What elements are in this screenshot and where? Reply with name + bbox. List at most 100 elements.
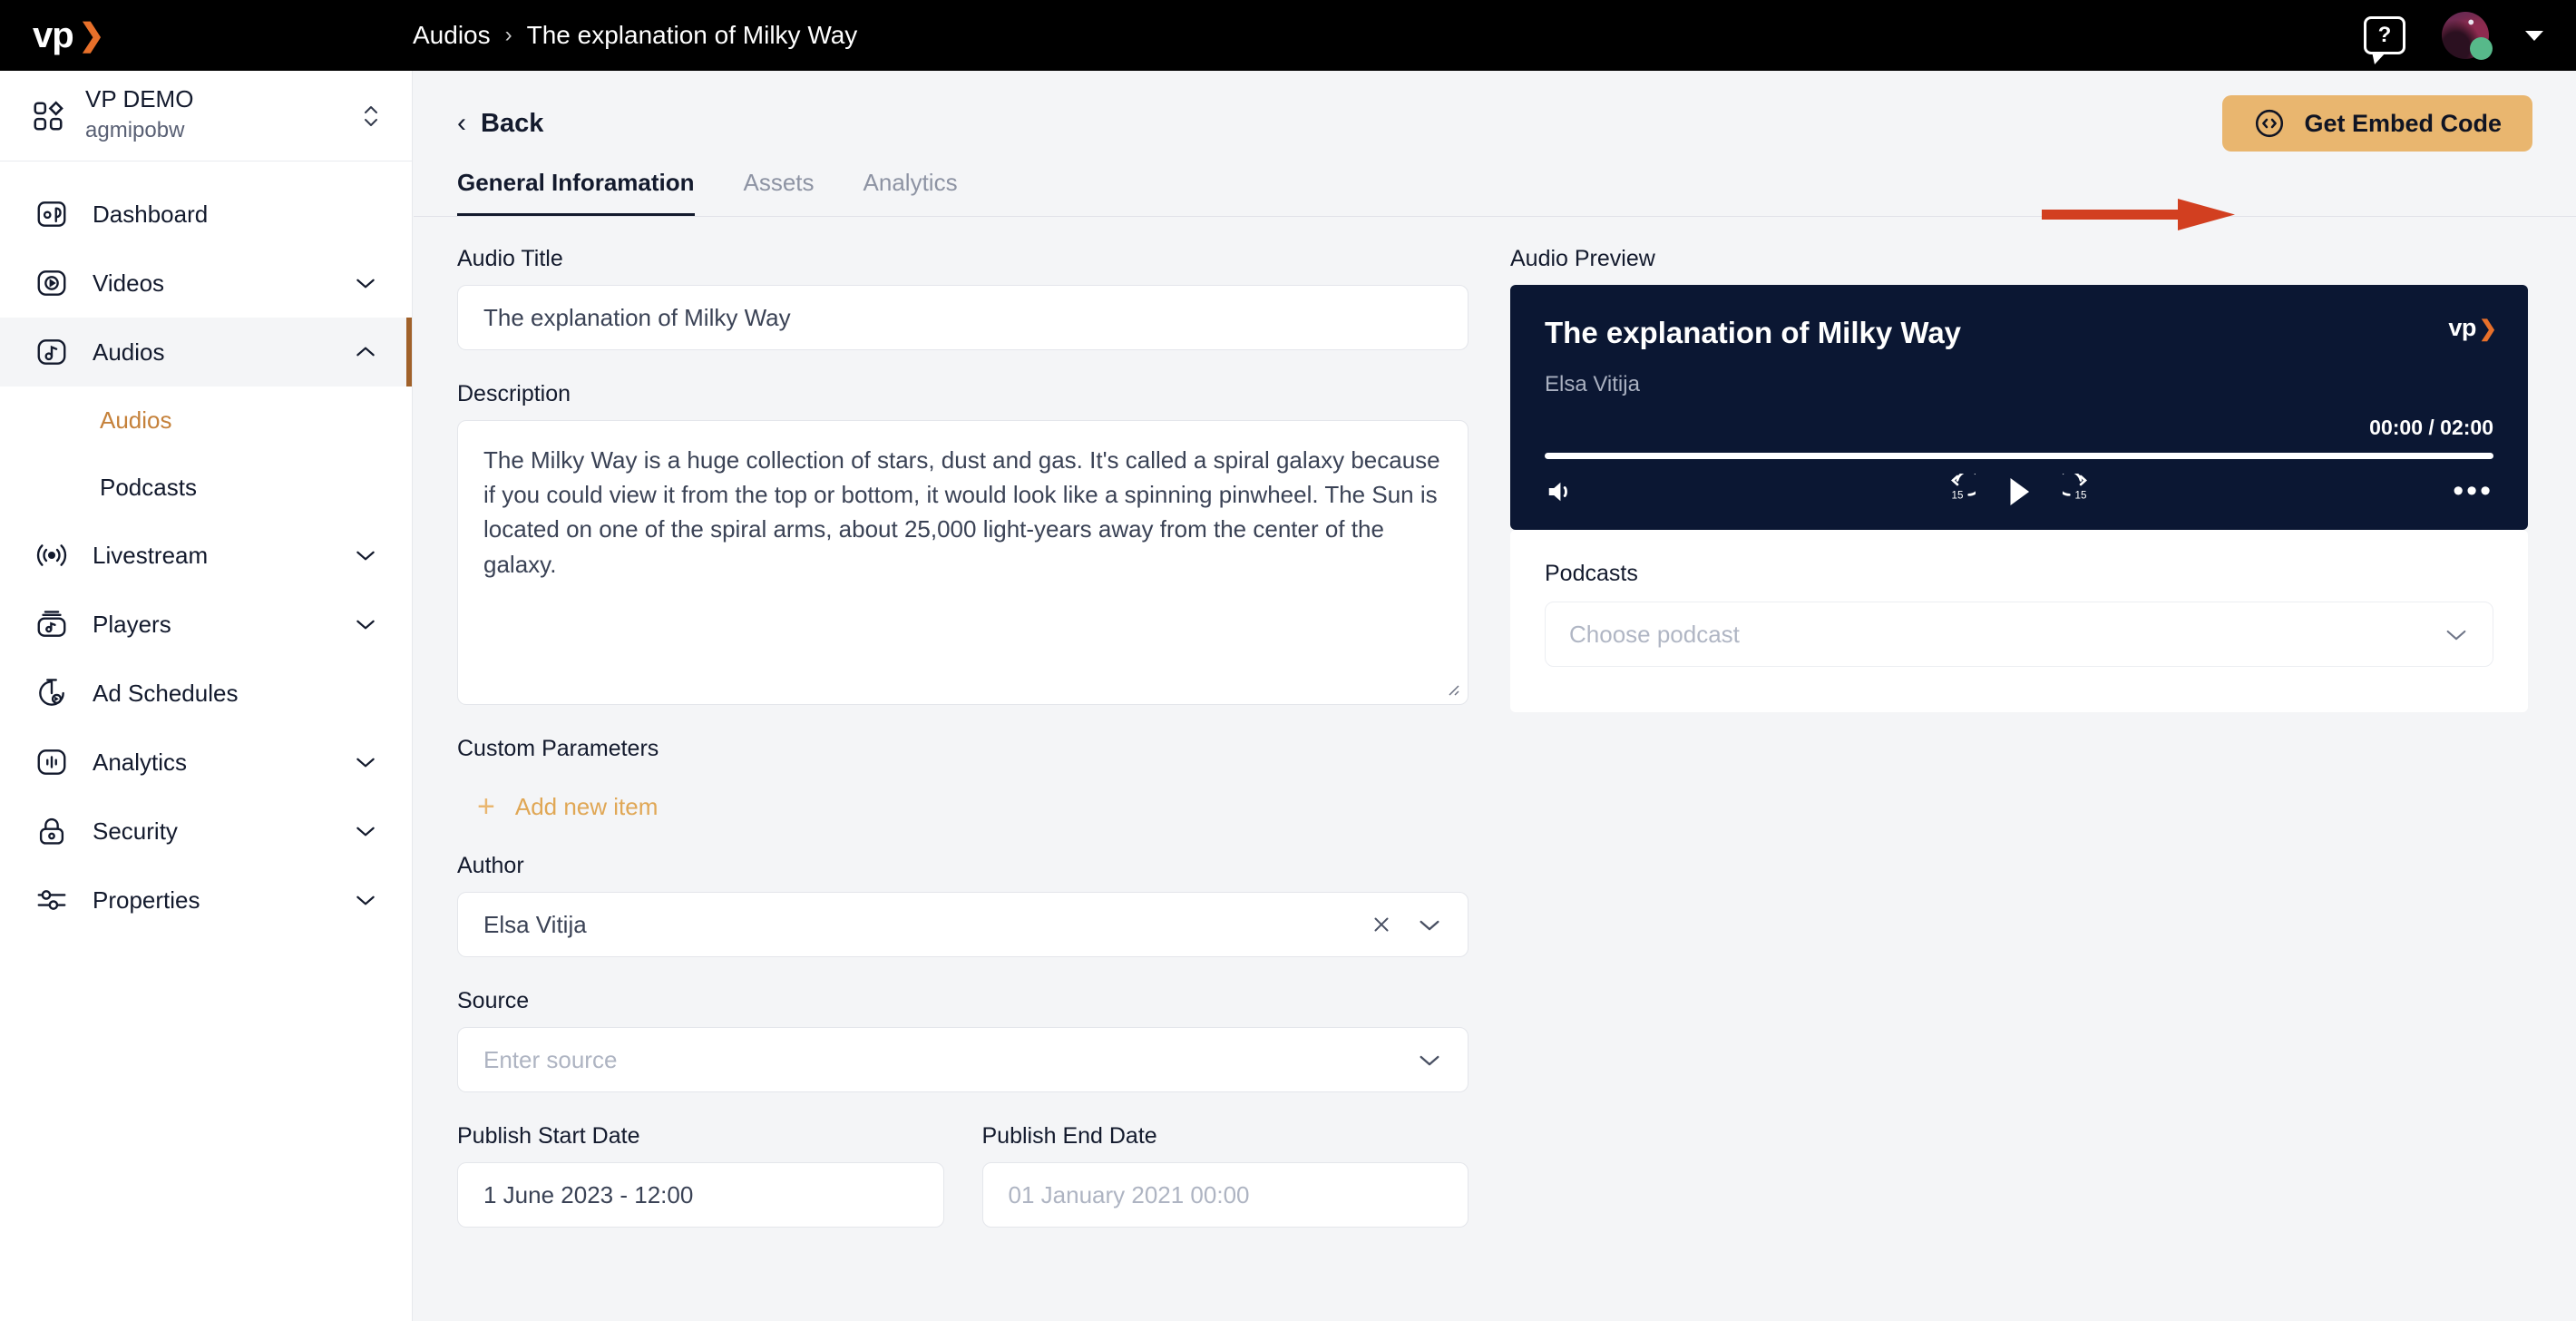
app-logo[interactable]: vp ❯ (0, 17, 413, 54)
sidebar-subitem-podcasts[interactable]: Podcasts (0, 454, 412, 521)
publish-start-label: Publish Start Date (457, 1123, 640, 1149)
sidebar-item-label: Analytics (93, 748, 188, 776)
main-content: ‹ Back Get Embed Code General Inforamati… (414, 71, 2576, 1321)
resize-handle-icon[interactable] (1443, 680, 1461, 698)
chevron-down-icon[interactable] (354, 824, 377, 838)
player-logo-text: vp (2448, 314, 2476, 341)
sidebar-item-label: Videos (93, 269, 165, 297)
chevron-up-down-icon (365, 105, 377, 126)
avatar[interactable] (2442, 12, 2493, 60)
sidebar-item-analytics[interactable]: Analytics (0, 728, 412, 797)
chevron-right-icon: › (504, 23, 512, 47)
chevron-down-icon[interactable] (354, 893, 377, 907)
help-icon[interactable]: ? (2364, 16, 2405, 64)
description-field-group: Description The Milky Way is a huge coll… (457, 381, 1469, 705)
sidebar-item-label: Livestream (93, 541, 209, 569)
chevron-down-icon[interactable] (354, 548, 377, 563)
audio-preview-label: Audio Preview (1510, 246, 1655, 271)
forward-15-icon[interactable]: 15 (2063, 474, 2099, 510)
sidebar-item-label: Audios (93, 338, 165, 366)
sidebar-item-label: Properties (93, 886, 200, 914)
breadcrumb-root[interactable]: Audios (413, 21, 491, 50)
audio-title-field-group: Audio Title The explanation of Milky Way (457, 246, 1469, 350)
chevron-down-icon[interactable] (1417, 1052, 1442, 1068)
player-time-display: 00:00 / 02:00 (2369, 416, 2493, 439)
account-chevron-down-icon[interactable] (2525, 30, 2543, 41)
publish-dates-row: Publish Start Date 1 June 2023 - 12:00 P… (457, 1123, 1469, 1228)
player-author: Elsa Vitija (1545, 372, 1640, 396)
author-label: Author (457, 853, 524, 878)
sidebar-item-audios[interactable]: Audios (0, 318, 412, 387)
player-controls: 15 15 ••• (1545, 474, 2493, 509)
sidebar-item-livestream[interactable]: Livestream (0, 521, 412, 590)
lock-icon (39, 817, 64, 845)
publish-start-group: Publish Start Date 1 June 2023 - 12:00 (457, 1123, 944, 1228)
add-new-item-button[interactable]: + Add new item (457, 775, 1469, 822)
analytics-icon (37, 749, 66, 775)
get-embed-code-label: Get Embed Code (2304, 109, 2502, 137)
rewind-15-icon[interactable]: 15 (1939, 474, 1976, 510)
author-value: Elsa Vitija (483, 910, 587, 938)
sidebar-item-properties[interactable]: Properties (0, 866, 412, 934)
publish-start-input[interactable]: 1 June 2023 - 12:00 (457, 1162, 944, 1228)
clear-icon[interactable] (1370, 913, 1393, 936)
sidebar-subitem-label: Audios (100, 406, 172, 434)
page-header: ‹ Back Get Embed Code (414, 71, 2576, 152)
source-field-group: Source Enter source (457, 988, 1469, 1092)
org-grid-icon (34, 100, 63, 131)
description-text: The Milky Way is a huge collection of st… (483, 446, 1440, 578)
publish-end-group: Publish End Date 01 January 2021 00:00 (981, 1123, 1469, 1228)
logo-arrow-icon: ❯ (78, 18, 105, 53)
tab-assets[interactable]: Assets (744, 169, 815, 216)
podcasts-label: Podcasts (1545, 561, 1638, 586)
player-logo-arrow-icon: ❯ (2478, 317, 2497, 341)
chevron-down-icon[interactable] (354, 276, 377, 290)
sidebar-item-dashboard[interactable]: Dashboard (0, 180, 412, 249)
plus-icon: + (477, 789, 495, 824)
help-glyph: ? (2377, 23, 2392, 47)
sidebar-item-label: Players (93, 610, 171, 638)
sidebar-item-label: Ad Schedules (93, 679, 239, 707)
topbar-actions: ? (2364, 12, 2576, 64)
sidebar-subitem-audios[interactable]: Audios (0, 387, 412, 454)
back-button[interactable]: ‹ Back (457, 109, 543, 139)
player-progress-bar[interactable] (1545, 453, 2493, 459)
chevron-down-icon[interactable] (1417, 917, 1442, 933)
sidebar-item-videos[interactable]: Videos (0, 249, 412, 318)
author-select[interactable]: Elsa Vitija (457, 892, 1469, 957)
source-select[interactable]: Enter source (457, 1027, 1469, 1092)
sidebar-nav: Dashboard Videos Audios Audios Podcasts … (0, 161, 412, 934)
sidebar: VP DEMO agmipobw Dashboard Videos Audios… (0, 71, 413, 1321)
source-label: Source (457, 988, 530, 1013)
help-bubble-tail (2372, 52, 2386, 64)
tab-analytics[interactable]: Analytics (864, 169, 958, 216)
chevron-down-icon[interactable] (354, 755, 377, 769)
chevron-up-icon[interactable] (354, 345, 377, 359)
sidebar-item-security[interactable]: Security (0, 797, 412, 866)
audio-title-input[interactable]: The explanation of Milky Way (457, 285, 1469, 350)
org-switcher[interactable]: VP DEMO agmipobw (0, 71, 412, 161)
sidebar-item-label: Security (93, 817, 178, 845)
form-column: Audio Title The explanation of Milky Way… (457, 246, 1469, 1228)
description-textarea[interactable]: The Milky Way is a huge collection of st… (457, 420, 1469, 705)
chevron-down-icon[interactable] (2444, 627, 2469, 642)
audio-player: vp ❯ The explanation of Milky Way Elsa V… (1510, 285, 2528, 530)
players-icon (37, 611, 66, 637)
tab-general-information[interactable]: General Inforamation (457, 169, 695, 216)
publish-end-input[interactable]: 01 January 2021 00:00 (981, 1162, 1469, 1228)
get-embed-code-button[interactable]: Get Embed Code (2222, 95, 2532, 152)
sidebar-item-players[interactable]: Players (0, 590, 412, 659)
annotation-arrow-icon (2042, 199, 2235, 230)
publish-end-label: Publish End Date (981, 1123, 1157, 1149)
svg-text:15: 15 (1952, 490, 1964, 502)
sidebar-subitem-label: Podcasts (100, 473, 197, 501)
breadcrumb: Audios › The explanation of Milky Way (413, 21, 857, 50)
sidebar-item-ad-schedules[interactable]: Ad Schedules (0, 659, 412, 728)
chevron-down-icon[interactable] (354, 617, 377, 631)
status-badge (2470, 37, 2493, 60)
podcast-select[interactable]: Choose podcast (1545, 602, 2493, 667)
ad-schedules-icon (39, 679, 64, 706)
play-button-icon[interactable] (2005, 475, 2034, 509)
chevron-left-icon: ‹ (457, 108, 466, 138)
embed-code-icon (2256, 109, 2284, 138)
